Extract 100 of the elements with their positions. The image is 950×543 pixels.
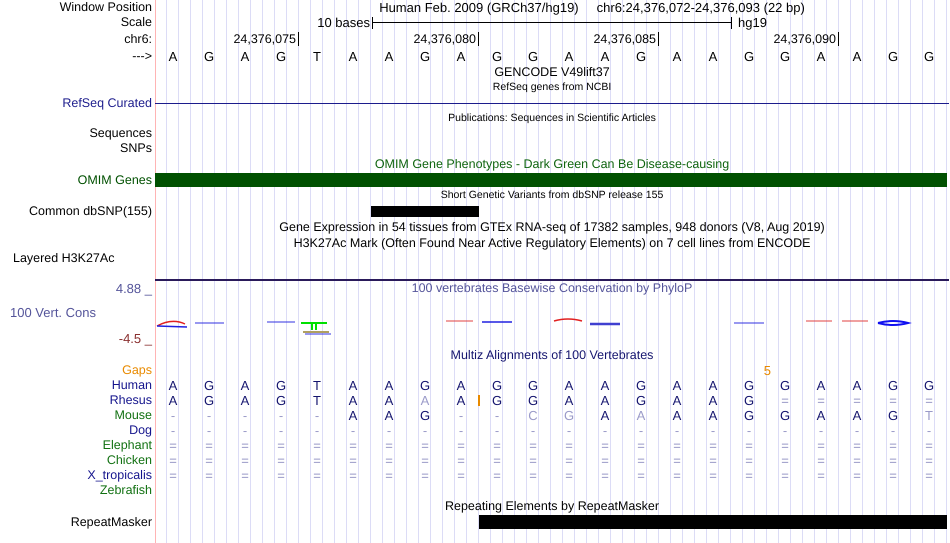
- track-label: SNPs: [120, 141, 152, 156]
- track-title: Repeating Elements by RepeatMasker: [444, 498, 660, 514]
- alignment-base: -: [458, 408, 464, 423]
- alignment-base: A: [852, 408, 862, 423]
- alignment-base: =: [889, 393, 897, 408]
- base-letter: G: [636, 48, 646, 64]
- alignment-base: =: [709, 468, 717, 483]
- alignment-base: A: [456, 393, 466, 408]
- alignment-base: =: [853, 468, 861, 483]
- alignment-base: =: [817, 393, 825, 408]
- alignment-base: =: [853, 453, 861, 468]
- alignment-base: =: [565, 438, 573, 453]
- ruler-label: 24,376,090: [773, 32, 839, 46]
- alignment-base: =: [205, 453, 213, 468]
- alignment-base: A: [564, 378, 574, 393]
- alignment-base: -: [746, 423, 752, 438]
- base-letter: G: [204, 48, 214, 64]
- alignment-base: =: [205, 438, 213, 453]
- alignment-base: G: [276, 378, 286, 393]
- species-label: Rhesus: [110, 393, 152, 408]
- gap-count: 5: [764, 363, 771, 378]
- alignment-base: C: [528, 408, 538, 423]
- gaps-label: Gaps: [122, 363, 152, 378]
- alignment-base: -: [890, 423, 896, 438]
- track-title: Gene Expression in 54 tissues from GTEx RNA-seq of 17382 samples, 948 donors (V8, Aug 2019): [278, 220, 826, 234]
- alignment-base: =: [745, 468, 753, 483]
- alignment-base: =: [349, 438, 357, 453]
- track-title: 100 vertebrates Basewise Conservation by PhyloP: [410, 281, 694, 296]
- alignment-base: =: [889, 438, 897, 453]
- base-letter: A: [852, 48, 862, 64]
- alignment-base: =: [745, 453, 753, 468]
- axis-min-label: -4.5 _: [118, 332, 152, 346]
- alignment-base: =: [565, 468, 573, 483]
- species-label: Human: [112, 378, 152, 393]
- track-label: Layered H3K27Ac: [13, 251, 114, 266]
- alignment-base: =: [745, 438, 753, 453]
- alignment-base: =: [349, 468, 357, 483]
- track-label: 100 Vert. Cons: [9, 306, 97, 320]
- alignment-base: G: [528, 378, 538, 393]
- alignment-base: -: [674, 423, 680, 438]
- alignment-base: G: [888, 378, 898, 393]
- alignment-base: =: [169, 468, 177, 483]
- species-label: X_tropicalis: [87, 468, 152, 483]
- alignment-base: -: [782, 423, 788, 438]
- alignment-base: A: [240, 378, 250, 393]
- base-letter: G: [780, 48, 790, 64]
- alignment-base: =: [709, 453, 717, 468]
- track-label: RefSeq Curated: [62, 96, 152, 110]
- alignment-base: =: [493, 468, 501, 483]
- axis-max-label: 4.88 _: [114, 282, 152, 296]
- base-letter: A: [384, 48, 394, 64]
- alignment-base: =: [169, 438, 177, 453]
- alignment-base: =: [925, 393, 933, 408]
- base-letter: G: [492, 48, 502, 64]
- alignment-base: -: [278, 423, 284, 438]
- alignment-base: -: [350, 423, 356, 438]
- alignment-base: =: [925, 453, 933, 468]
- alignment-base: G: [420, 408, 430, 423]
- base-letter: A: [168, 48, 178, 64]
- alignment-base: =: [241, 453, 249, 468]
- alignment-base: =: [925, 438, 933, 453]
- alignment-base: =: [817, 468, 825, 483]
- alignment-base: =: [457, 468, 465, 483]
- alignment-base: -: [206, 423, 212, 438]
- alignment-base: =: [637, 438, 645, 453]
- alignment-base: =: [601, 438, 609, 453]
- alignment-base: A: [348, 378, 358, 393]
- alignment-base: =: [637, 468, 645, 483]
- base-letter: G: [528, 48, 538, 64]
- alignment-base: -: [926, 423, 932, 438]
- alignment-base: G: [780, 408, 790, 423]
- track-label: Sequences: [89, 126, 152, 141]
- alignment-base: =: [637, 453, 645, 468]
- alignment-base: A: [672, 393, 682, 408]
- alignment-base: -: [638, 423, 644, 438]
- alignment-base: =: [529, 453, 537, 468]
- alignment-base: -: [494, 423, 500, 438]
- track-title: Multiz Alignments of 100 Vertebrates: [450, 348, 654, 362]
- alignment-base: G: [564, 408, 574, 423]
- track-title: Short Genetic Variants from dbSNP release 155: [440, 189, 664, 202]
- track-label: OMIM Genes: [78, 172, 152, 188]
- alignment-base: A: [564, 393, 574, 408]
- species-label: Elephant: [102, 438, 152, 453]
- alignment-base: =: [853, 438, 861, 453]
- alignment-base: -: [422, 423, 428, 438]
- alignment-base: -: [458, 423, 464, 438]
- alignment-base: =: [889, 453, 897, 468]
- alignment-base: G: [744, 393, 754, 408]
- alignment-base: -: [242, 423, 248, 438]
- track-title: GENCODE V49lift37: [493, 64, 611, 80]
- alignment-base: A: [852, 378, 862, 393]
- alignment-base: =: [277, 438, 285, 453]
- alignment-base: -: [602, 423, 608, 438]
- alignment-base: A: [456, 378, 466, 393]
- species-label: Zebrafish: [100, 483, 152, 498]
- alignment-base: =: [673, 468, 681, 483]
- alignment-base: =: [277, 468, 285, 483]
- alignment-base: A: [708, 378, 718, 393]
- alignment-base: -: [170, 408, 176, 423]
- alignment-base: A: [384, 408, 394, 423]
